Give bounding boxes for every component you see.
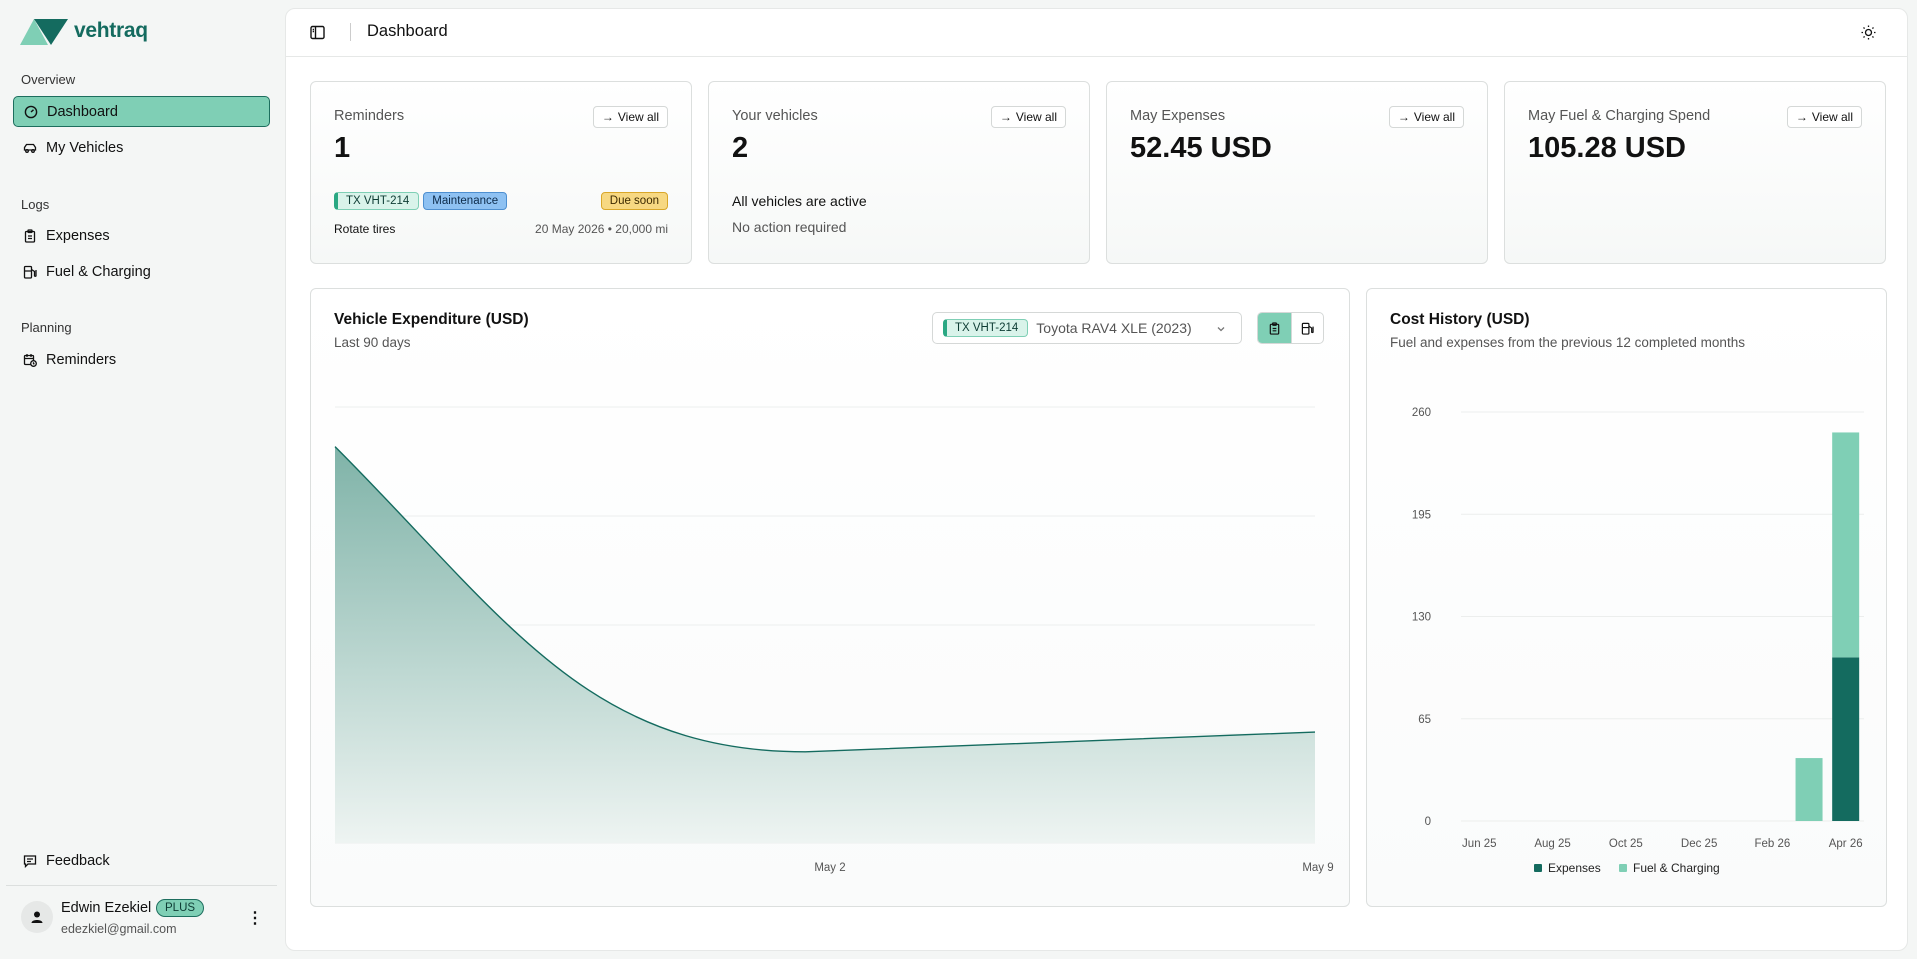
fuel-value: 105.28 USD <box>1528 132 1686 164</box>
user-email: edezkiel@gmail.com <box>61 922 177 936</box>
sidebar-item-fuel-charging[interactable]: Fuel & Charging <box>13 256 270 287</box>
sidebar-item-expenses[interactable]: Expenses <box>13 220 270 251</box>
section-label-logs: Logs <box>21 197 50 212</box>
y-tick-label: 0 <box>1425 816 1431 828</box>
sidebar-item-feedback[interactable]: Feedback <box>13 845 270 876</box>
reminders-view-all-button[interactable]: → View all <box>592 106 668 128</box>
view-all-label: View all <box>1015 110 1057 124</box>
cost-history-chart: 0 65 130 195 260 Jun 25 Aug 25 Oct 25 Dec 25 Feb … <box>1412 407 1864 875</box>
sidebar-item-my-vehicles[interactable]: My Vehicles <box>13 132 270 163</box>
fuel-card: May Fuel & Charging Spend → View all 105.… <box>1504 81 1886 264</box>
vehicles-label: Your vehicles <box>732 108 818 124</box>
bar-fuel <box>1832 432 1860 658</box>
expenses-view-all-button[interactable]: → View all <box>1388 106 1464 128</box>
reminder-title[interactable]: Rotate tires <box>334 222 395 236</box>
vehicles-card: Your vehicles → View all 2 All vehicles a… <box>708 81 1090 264</box>
sidebar-item-label: Expenses <box>46 227 110 244</box>
logo-mark-icon <box>20 19 68 45</box>
sidebar-item-label: Dashboard <box>47 103 118 120</box>
calendar-clock-icon <box>23 353 37 367</box>
legend-swatch <box>1534 864 1542 872</box>
topbar: Dashboard <box>286 9 1907 57</box>
app-logo[interactable]: vehtraq <box>20 17 148 45</box>
cost-history-panel: Cost History (USD) Fuel and expenses fro… <box>1366 288 1887 907</box>
sidebar-item-label: Reminders <box>46 351 117 368</box>
sidebar: vehtraq Overview Dashboard My Vehicles L… <box>0 0 283 959</box>
x-tick-label: Dec 25 <box>1681 838 1717 850</box>
main-content: Dashboard Reminders → View all 1 TX VHT-2… <box>285 8 1908 951</box>
bar-expenses <box>1832 657 1860 821</box>
more-vertical-icon[interactable]: ⋮ <box>247 908 263 928</box>
arrow-right-icon: → <box>1795 110 1808 124</box>
expenses-card: May Expenses → View all 52.45 USD <box>1106 81 1488 264</box>
x-tick-label: Apr 26 <box>1829 838 1863 850</box>
legend-label: Expenses <box>1548 861 1601 875</box>
car-icon <box>23 141 37 155</box>
reminder-meta: 20 May 2026 • 20,000 mi <box>535 222 668 236</box>
x-tick-label: Oct 25 <box>1609 838 1643 850</box>
vehicle-expenditure-chart: May 2 May 9 <box>334 406 1334 874</box>
page-title: Dashboard <box>367 22 448 40</box>
fuel-icon <box>23 265 37 279</box>
section-label-planning: Planning <box>21 320 72 335</box>
view-all-label: View all <box>1811 110 1853 124</box>
section-label-overview: Overview <box>21 72 76 87</box>
y-tick-label: 65 <box>1418 714 1431 726</box>
view-all-label: View all <box>1413 110 1455 124</box>
clipboard-icon <box>23 228 37 243</box>
plan-badge: PLUS <box>156 899 205 917</box>
x-tick-label: Jun 25 <box>1462 838 1497 850</box>
sidebar-divider <box>6 885 277 886</box>
reminders-label: Reminders <box>334 108 405 124</box>
sidebar-toggle-icon[interactable] <box>309 24 326 41</box>
x-tick-label: Aug 25 <box>1534 838 1570 850</box>
app-name: vehtraq <box>74 19 148 42</box>
vehicles-note: No action required <box>732 219 847 235</box>
status-badge: Due soon <box>600 192 668 210</box>
expenses-value: 52.45 USD <box>1130 132 1272 164</box>
fuel-view-all-button[interactable]: → View all <box>1786 106 1862 128</box>
arrow-right-icon: → <box>999 110 1012 124</box>
x-tick-label: Feb 26 <box>1755 838 1791 850</box>
feedback-icon <box>23 854 37 868</box>
sun-icon[interactable] <box>1860 24 1877 41</box>
view-all-label: View all <box>617 110 659 124</box>
y-tick-label: 130 <box>1412 612 1431 624</box>
user-name: Edwin Ezekiel <box>61 900 152 916</box>
legend-label: Fuel & Charging <box>1633 861 1720 875</box>
topbar-separator <box>350 23 351 41</box>
x-tick-label: May 9 <box>1302 862 1333 874</box>
arrow-right-icon: → <box>601 110 614 124</box>
user-icon <box>31 911 43 923</box>
vehicles-view-all-button[interactable]: → View all <box>990 106 1066 128</box>
y-tick-label: 260 <box>1412 407 1431 419</box>
sidebar-item-label: Feedback <box>46 852 110 869</box>
vehicles-status: All vehicles are active <box>732 193 867 209</box>
arrow-right-icon: → <box>1397 110 1410 124</box>
x-tick-label: May 2 <box>814 862 845 874</box>
reminders-card: Reminders → View all 1 TX VHT-214 Mainten… <box>310 81 692 264</box>
sidebar-item-dashboard[interactable]: Dashboard <box>13 96 270 127</box>
category-badge: Maintenance <box>423 192 508 210</box>
legend-swatch <box>1619 864 1627 872</box>
avatar <box>21 901 53 933</box>
user-profile[interactable]: Edwin Ezekiel PLUS edezkiel@gmail.com ⋮ <box>21 898 271 940</box>
vehicle-expenditure-panel: Vehicle Expenditure (USD) Last 90 days T… <box>310 288 1350 907</box>
gauge-icon <box>24 105 38 119</box>
sidebar-item-reminders[interactable]: Reminders <box>13 344 270 375</box>
y-tick-label: 195 <box>1412 509 1431 521</box>
bar-fuel <box>1795 758 1823 821</box>
expenses-label: May Expenses <box>1130 108 1226 124</box>
fuel-label: May Fuel & Charging Spend <box>1528 108 1711 124</box>
reminder-tags: TX VHT-214 Maintenance <box>334 192 508 210</box>
plate-badge: TX VHT-214 <box>334 192 420 210</box>
vehicles-count: 2 <box>732 132 749 164</box>
sidebar-item-label: My Vehicles <box>46 139 124 156</box>
area-fill <box>335 446 1315 843</box>
reminders-count: 1 <box>334 132 351 164</box>
sidebar-item-label: Fuel & Charging <box>46 263 151 280</box>
